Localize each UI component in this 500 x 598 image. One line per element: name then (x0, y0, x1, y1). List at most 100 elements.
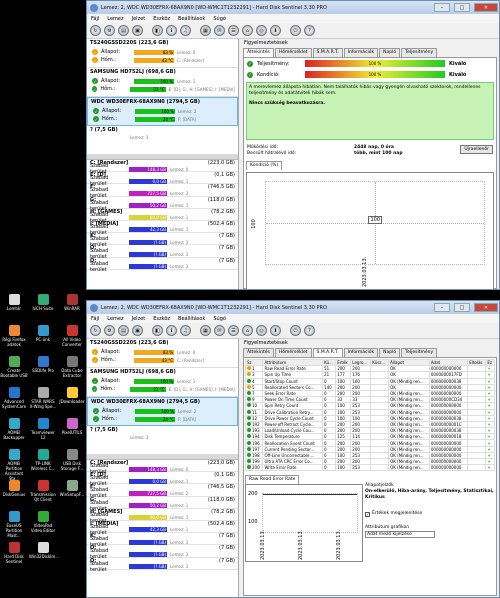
toolbar-icon[interactable]: ▤ (118, 25, 129, 36)
tab-5[interactable]: Teljesítmény (401, 348, 438, 357)
menu-item[interactable]: Eszköz (153, 316, 170, 322)
desktop-icon[interactable]: All Video Converter (58, 325, 86, 347)
show-values-checkbox[interactable]: ✓ (365, 511, 370, 517)
tab-1[interactable]: Hőmérséklet (274, 348, 312, 357)
tab-attribute-chart[interactable]: Raw Read Error Rate (245, 475, 300, 485)
toolbar-icon[interactable]: ☰ (228, 25, 239, 36)
menu-item[interactable]: Beállítások (178, 316, 205, 322)
toolbar-icon[interactable]: ⚙ (104, 25, 115, 36)
toolbar-icon[interactable]: ☰ (228, 325, 239, 336)
tab-5[interactable]: Teljesítmény (401, 48, 438, 57)
toolbar-icon[interactable]: ? (304, 25, 315, 36)
desktop-icon[interactable]: AOMEI Partition Assistant Sta... (0, 449, 28, 481)
disk-item[interactable]: SAMSUNG HD752LJ (698,6 GB) ✓ Állapot: 100 %… (87, 68, 238, 97)
partition-item[interactable]: I: [MEDIA] (502,4 GB) Szabad terület 42,3 G… (87, 521, 238, 536)
partition-item[interactable]: H: [GAMES] (78,2 GB) Szabad terület 60,0 GB… (87, 209, 238, 224)
desktop-icon[interactable]: Hard Disk Sentinel (0, 542, 28, 564)
toolbar-icon[interactable]: ℹ (166, 325, 177, 336)
menu-item[interactable]: Lemez (107, 316, 123, 322)
toolbar-icon[interactable]: ◎ (256, 325, 267, 336)
toolbar-icon[interactable]: ◧ (152, 25, 163, 36)
toolbar-icon[interactable]: ▣ (132, 25, 143, 36)
toolbar-icon[interactable]: ⏻ (290, 325, 301, 336)
desktop-icon[interactable]: Régi Firefox adatok (0, 325, 28, 347)
desktop-icon[interactable]: TP-LINK Wireless C... (29, 449, 57, 471)
table-row[interactable]: 200 Write Error Rate 0 100 253 OK (Mindig ren… (244, 464, 495, 472)
menu-item[interactable]: Lemez (107, 16, 123, 22)
desktop-icon[interactable]: Data Cube Extractor (58, 356, 86, 378)
tab-4[interactable]: Napló (379, 348, 401, 357)
toolbar-icon[interactable]: ↻ (90, 325, 101, 336)
partition-item[interactable]: C: [Rendszer] (223,0 GB) Szabad terület 148… (87, 160, 238, 175)
menu-item[interactable]: Fájl (91, 316, 99, 322)
desktop-icon[interactable]: WinRAR (58, 294, 86, 311)
tab-1[interactable]: Hőmérséklet (274, 48, 312, 57)
desktop-icon[interactable]: JDownloader (58, 387, 86, 404)
desktop-icon[interactable]: Win32DiskIm... (29, 542, 59, 559)
toolbar-icon[interactable]: ▣ (132, 325, 143, 336)
menu-item[interactable]: Fájl (91, 16, 99, 22)
disk-item[interactable]: WDC WD30EFRX-68AX9N0 (2794,5 GB) ✓ Állapot… (87, 97, 238, 126)
menu-item[interactable]: Jelzet (132, 316, 146, 322)
desktop-icon[interactable]: DiskGenius (0, 480, 28, 497)
toolbar-icon[interactable]: ▦ (200, 25, 211, 36)
desktop-icon[interactable]: hiCH Suite (29, 294, 57, 311)
tab-2[interactable]: S.M.A.R.T. (312, 348, 343, 357)
partition-item[interactable]: I: [MEDIA] (502,4 GB) Szabad terület 42,3 G… (87, 221, 238, 236)
tab-0[interactable]: Áttekintés (243, 348, 274, 357)
tab-3[interactable]: Információk (343, 48, 379, 57)
desktop-icon[interactable]: Create Bootable USB (0, 356, 28, 378)
disk-item[interactable]: TS240GSSD220S (223,6 GB) ✓ Állapot: 83 % Lem… (87, 39, 238, 68)
desktop-icon[interactable]: AOMEI Backupper (0, 418, 28, 440)
toolbar-icon[interactable]: ⌂ (242, 325, 253, 336)
disk-item[interactable]: WDC WD30EFRX-68AX9N0 (2794,5 GB) ✓ Állapot… (87, 397, 238, 426)
desktop-icon[interactable]: Lomtár (0, 294, 28, 311)
maximize-button[interactable]: □ (454, 3, 470, 12)
tab-health-chart[interactable]: Kondíció (%) (246, 161, 283, 170)
desktop-icon[interactable]: Teamviewer 12 (29, 418, 57, 440)
menu-item[interactable]: Súgó (213, 16, 226, 22)
desktop-icon[interactable]: USB Disk Storage F... (58, 449, 86, 471)
menu-item[interactable]: Beállítások (178, 16, 205, 22)
tab-4[interactable]: Napló (379, 48, 401, 57)
disk-item[interactable]: ? (7,5 GB) Lemez: 3 (87, 426, 238, 455)
toolbar-icon[interactable]: ✉ (214, 25, 225, 36)
toolbar-icon[interactable]: ℹ (166, 25, 177, 36)
toolbar-icon[interactable]: ↻ (90, 25, 101, 36)
disk-item[interactable]: TS240GSSD220S (223,6 GB) ✓ Állapot: 83 % Lem… (87, 339, 238, 368)
desktop-icon[interactable]: Advanced SystemCare (0, 387, 28, 409)
menu-item[interactable]: Jelzet (132, 16, 146, 22)
desktop-icon[interactable]: SSDlife Pro (29, 356, 57, 373)
toolbar-icon[interactable]: ⬇ (270, 25, 281, 36)
toolbar-icon[interactable]: ▦ (200, 325, 211, 336)
desktop-icon[interactable]: STAR WARS X-Wing Spe... (29, 387, 57, 409)
desktop-icon[interactable]: PC-ünk (29, 325, 57, 342)
disk-item[interactable]: SAMSUNG HD752LJ (698,6 GB) ✓ Állapot: 100 %… (87, 368, 238, 397)
add-icon[interactable]: + (485, 464, 495, 472)
disk-item[interactable]: ? (7,5 GB) Lemez: 3 (87, 126, 238, 155)
toolbar-icon[interactable]: ♫ (180, 25, 191, 36)
recheck-button[interactable]: Újraellenőr (460, 145, 493, 154)
toolbar-icon[interactable]: ⏻ (290, 25, 301, 36)
tab-2[interactable]: S.M.A.R.T. (312, 48, 343, 57)
close-button[interactable]: ✕ (474, 303, 498, 312)
maximize-button[interactable]: □ (454, 303, 470, 312)
attr-graph-select[interactable]: Adat mező kijelzése (365, 531, 435, 539)
desktop-icon[interactable]: Transmission Qt Client (29, 480, 57, 502)
close-button[interactable]: ✕ (474, 3, 498, 12)
toolbar-icon[interactable]: ◎ (256, 25, 267, 36)
toolbar-icon[interactable]: ⚙ (104, 325, 115, 336)
toolbar-icon[interactable]: ✉ (214, 325, 225, 336)
minimize-button[interactable]: – (434, 303, 450, 312)
toolbar-icon[interactable]: ⌂ (242, 25, 253, 36)
toolbar-icon[interactable]: ▤ (118, 325, 129, 336)
desktop-icon[interactable]: VideoPad Video Editor (29, 511, 57, 533)
menu-item[interactable]: Súgó (213, 316, 226, 322)
menu-item[interactable]: Eszköz (153, 16, 170, 22)
toolbar-icon[interactable]: ♫ (180, 325, 191, 336)
desktop-icon[interactable]: EaseUS Partition Mast... (0, 511, 28, 538)
tab-0[interactable]: Áttekintés (243, 48, 274, 57)
tab-3[interactable]: Információk (343, 348, 379, 357)
partition-item[interactable]: H: [GAMES] (78,2 GB) Szabad terület 60,0 GB… (87, 509, 238, 524)
desktop-icon[interactable]: PixelUTILS (58, 418, 86, 435)
